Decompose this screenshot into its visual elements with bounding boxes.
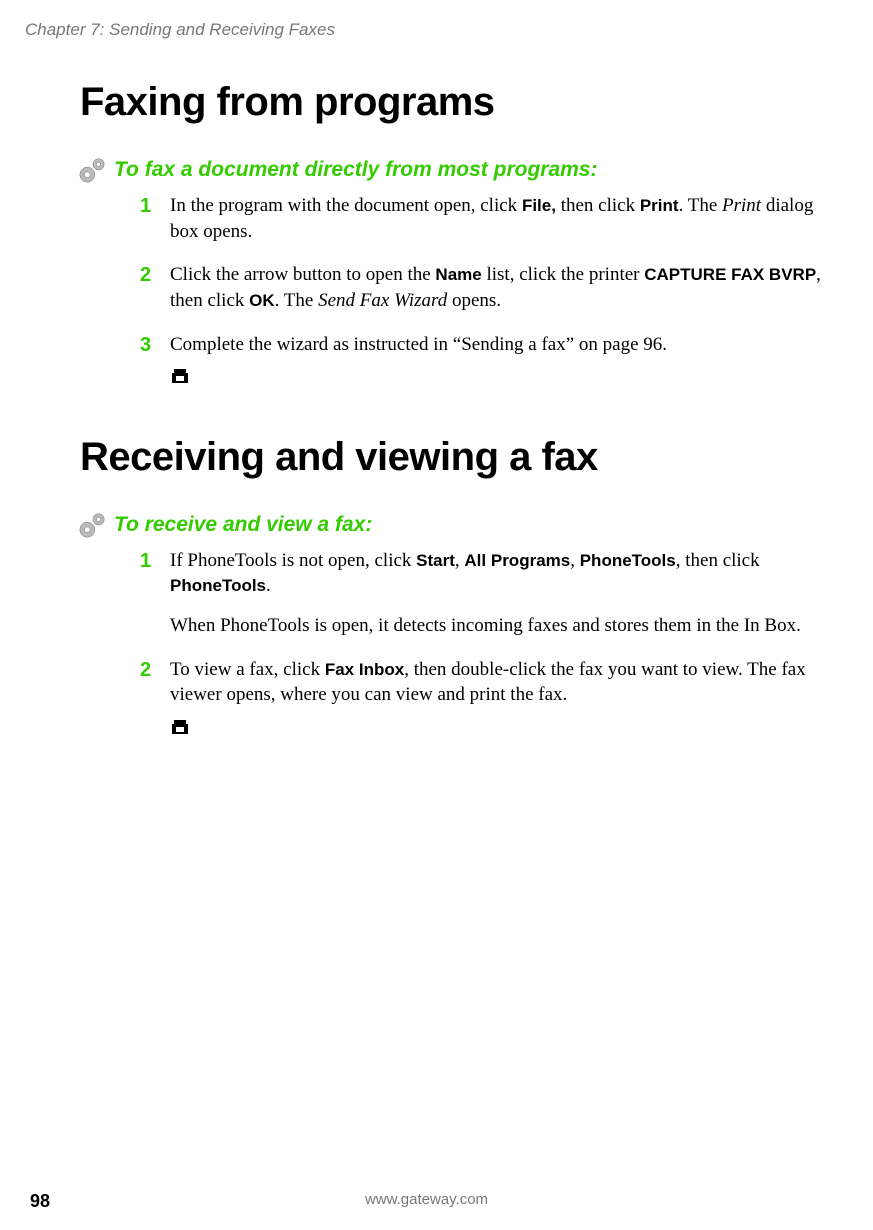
step-number: 1 bbox=[140, 193, 151, 220]
footer-url: www.gateway.com bbox=[365, 1191, 488, 1208]
text: opens. bbox=[447, 290, 501, 311]
step-item: 1 In the program with the document open,… bbox=[140, 193, 823, 244]
ui-label: Fax Inbox bbox=[325, 660, 404, 679]
text: then click bbox=[556, 195, 640, 216]
italic-term: Print bbox=[722, 195, 761, 216]
text: . The bbox=[679, 195, 722, 216]
text: . The bbox=[275, 290, 318, 311]
task-title: To fax a document directly from most pro… bbox=[114, 158, 597, 182]
ui-label: Name bbox=[435, 265, 481, 284]
text: , bbox=[455, 550, 465, 571]
step-item: 2 Click the arrow button to open the Nam… bbox=[140, 262, 823, 313]
task-title-row: To receive and view a fax: bbox=[80, 510, 823, 540]
section-heading: Receiving and viewing a fax bbox=[80, 435, 823, 480]
text: , then click bbox=[676, 550, 760, 571]
step-number: 1 bbox=[140, 548, 151, 575]
step-item: 1 If PhoneTools is not open, click Start… bbox=[140, 548, 823, 639]
ui-label: All Programs bbox=[464, 551, 570, 570]
step-number: 2 bbox=[140, 657, 151, 684]
step-text: In the program with the document open, c… bbox=[170, 195, 813, 242]
step-followup-text: When PhoneTools is open, it detects inco… bbox=[170, 613, 823, 639]
task-title: To receive and view a fax: bbox=[114, 513, 372, 537]
step-text: If PhoneTools is not open, click Start , … bbox=[170, 550, 760, 597]
gears-icon bbox=[74, 510, 110, 540]
running-header: Chapter 7: Sending and Receiving Faxes bbox=[25, 20, 823, 40]
text: Click the arrow button to open the bbox=[170, 264, 435, 285]
page-footer: 98 www.gateway.com bbox=[30, 1191, 823, 1212]
step-list: 1 If PhoneTools is not open, click Start… bbox=[140, 548, 823, 746]
step-text: To view a fax, click Fax Inbox, then dou… bbox=[170, 659, 806, 706]
text: list, click the printer bbox=[482, 264, 645, 285]
page-number: 98 bbox=[30, 1191, 50, 1212]
text: . bbox=[266, 575, 271, 596]
step-number: 3 bbox=[140, 332, 151, 359]
task-title-row: To fax a document directly from most pro… bbox=[80, 155, 823, 185]
ui-label: PhoneTools bbox=[170, 576, 266, 595]
section-heading: Faxing from programs bbox=[80, 80, 823, 125]
step-number: 2 bbox=[140, 262, 151, 289]
text: If PhoneTools is not open, click bbox=[170, 550, 416, 571]
task-block: To fax a document directly from most pro… bbox=[80, 155, 823, 395]
step-item: 2 To view a fax, click Fax Inbox, then d… bbox=[140, 657, 823, 746]
ui-label: File, bbox=[522, 196, 556, 215]
ui-label: CAPTURE FAX BVRP bbox=[644, 265, 816, 284]
ui-label: Print bbox=[640, 196, 679, 215]
task-block: To receive and view a fax: 1 If PhoneToo… bbox=[80, 510, 823, 746]
end-of-task-icon bbox=[170, 718, 823, 746]
ui-label: PhoneTools bbox=[580, 551, 676, 570]
ui-label: Start bbox=[416, 551, 455, 570]
gears-icon bbox=[74, 155, 110, 185]
step-text: Click the arrow button to open the Name … bbox=[170, 264, 821, 311]
document-page: Chapter 7: Sending and Receiving Faxes F… bbox=[0, 0, 873, 1230]
text: In the program with the document open, c… bbox=[170, 195, 522, 216]
italic-term: Send Fax Wizard bbox=[318, 290, 447, 311]
end-of-task-icon bbox=[170, 367, 823, 395]
step-item: 3 Complete the wizard as instructed in “… bbox=[140, 332, 823, 395]
text: , bbox=[570, 550, 580, 571]
page-content: Faxing from programs To fax a document d… bbox=[80, 80, 823, 746]
step-text: Complete the wizard as instructed in “Se… bbox=[170, 334, 667, 355]
step-list: 1 In the program with the document open,… bbox=[140, 193, 823, 395]
ui-label: OK bbox=[249, 291, 275, 310]
text: To view a fax, click bbox=[170, 659, 325, 680]
